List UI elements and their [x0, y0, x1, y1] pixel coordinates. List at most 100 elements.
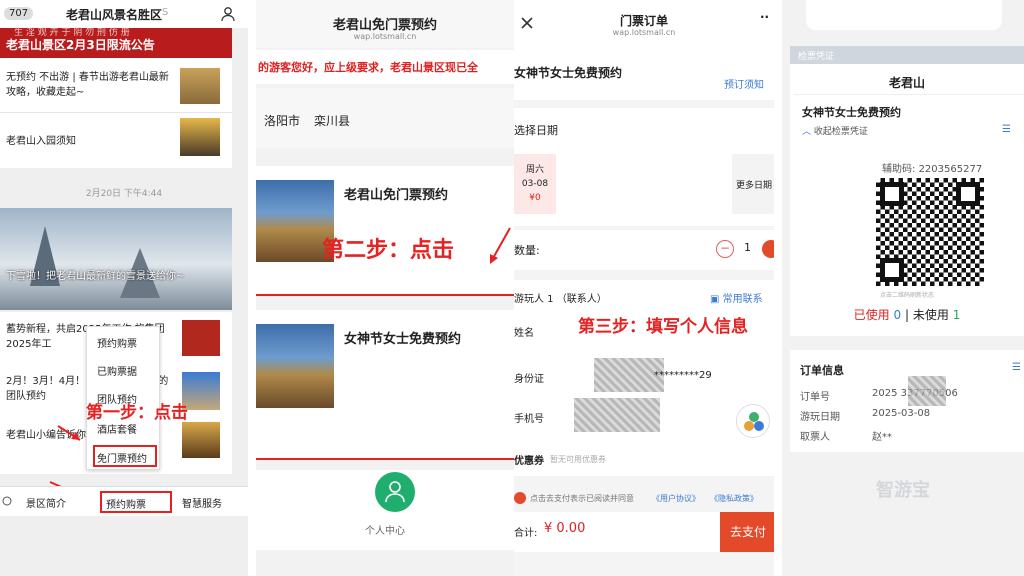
field-label-phone: 手机号 [514, 414, 544, 425]
user-center-label[interactable]: 个人中心 [256, 522, 514, 537]
section-label: 检票凭证 [798, 52, 835, 62]
menu-item-hotel[interactable]: 酒店套餐 [97, 421, 137, 436]
product-title: 女神节女士免费预约 [344, 332, 462, 347]
notice-link[interactable]: 预订须知 [724, 76, 764, 91]
quantity-section: 数量: − 1 [514, 230, 774, 270]
more-dates-button[interactable]: 更多日期 [732, 154, 774, 214]
date-card[interactable]: 周六 03-08 ¥0 [514, 154, 556, 214]
unused-count: 1 [952, 308, 961, 322]
contacts-link-label: 常用联系 [722, 294, 763, 305]
header-bar: 老君山免门票预约 wap.lotsmall.cn [256, 0, 514, 48]
header-bar: 707 老君山风景名胜区 S [0, 0, 248, 28]
pay-button[interactable]: 去支付 [720, 512, 774, 552]
contacts-picker-icon[interactable] [736, 404, 770, 438]
field-label-id: 身份证 [514, 374, 544, 385]
privacy-policy-link[interactable]: 《隐私政策》 [710, 493, 758, 504]
divider [0, 112, 232, 113]
article-item[interactable]: 老君山入园须知 [6, 132, 171, 147]
product-card[interactable]: 女神节女士免费预约 [256, 310, 514, 460]
id-input[interactable]: *********29 [654, 370, 712, 381]
menu-item-purchased[interactable]: 已购票据 [97, 363, 137, 378]
announcement-bar: 的游客您好，应上级要求，老君山景区现已全 [256, 50, 514, 84]
agreement-checkbox[interactable] [514, 492, 526, 504]
step-one-label: 第一步：点击 [86, 403, 188, 423]
menu-item-free-ticket[interactable]: 免门票预约 [93, 445, 157, 467]
panel-ticket-voucher: 检票凭证 老君山 女神节女士免费预约 ︿ 收起检票凭证 ☰ 辅助码: 22035… [782, 0, 1024, 576]
location-bar[interactable]: 洛阳市 栾川县 [256, 88, 514, 148]
menu-item-buy-ticket[interactable]: 预约购票 [97, 335, 137, 350]
user-icon[interactable] [220, 6, 236, 22]
coupon-value[interactable]: 暂无可用优惠券 [550, 454, 606, 465]
bottom-nav: 个人中心 [256, 470, 514, 550]
quantity-value[interactable]: 1 [744, 241, 751, 254]
tab-intro[interactable]: 景区简介 [26, 495, 66, 510]
plus-button[interactable] [762, 240, 774, 258]
qr-finder [956, 182, 980, 206]
collapse-toggle[interactable]: ︿ 收起检票凭证 [802, 124, 868, 137]
date-section-label: 选择日期 [514, 124, 558, 137]
page-title: 门票订单 [619, 14, 668, 28]
field-label-coupon: 优惠券 [514, 456, 544, 467]
list-icon[interactable]: ☰ [1012, 362, 1021, 373]
user-center-icon[interactable] [375, 472, 415, 512]
more-dates-label: 更多日期 [736, 181, 773, 191]
aux-code-label: 辅助码: [882, 164, 916, 175]
ticket-holder: 赵** [872, 432, 892, 443]
unused-label: 未使用 [912, 308, 949, 322]
collapse-label: 收起检票凭证 [813, 127, 868, 137]
feature-image[interactable]: 下雪啦！把老君山最新鲜的雪景送给你~ [0, 208, 232, 310]
list-icon[interactable]: ☰ [1002, 124, 1011, 135]
arrow-icon [57, 425, 81, 441]
arrow-icon [490, 227, 511, 264]
contacts-link[interactable]: ▣ 常用联系 [710, 290, 763, 305]
used-label: 已使用 [853, 308, 890, 322]
keyboard-icon[interactable] [2, 496, 12, 506]
used-count: 0 [893, 308, 902, 322]
date-weekday: 周六 [525, 165, 544, 175]
redaction-mosaic [908, 376, 946, 406]
visitor-label: 游玩人 1 （联系人） [514, 294, 607, 305]
phone-input[interactable] [574, 405, 660, 423]
total-value: ¥ 0.00 [544, 521, 586, 536]
minus-button[interactable]: − [716, 240, 734, 258]
visitor-form: 游玩人 1 （联系人） ▣ 常用联系 姓名 身份证 *********29 手机… [514, 280, 774, 476]
quantity-label: 数量: [514, 244, 540, 257]
announcement-text: 的游客您好，应上级要求，老君山景区现已全 [258, 61, 478, 74]
aux-code: 辅助码: 2203565277 [882, 160, 982, 175]
article-item[interactable]: 无预约 不出游 | 春节出游老君山最新攻略，收藏走起~ [6, 70, 171, 100]
highlight-underline [256, 458, 514, 460]
brand-watermark: 智游宝 [876, 480, 930, 501]
step-three-label: 第三步：填写个人信息 [578, 317, 748, 337]
voucher-card: 老君山 女神节女士免费预约 ︿ 收起检票凭证 ☰ 辅助码: 2203565277… [790, 64, 1024, 336]
user-agreement-link[interactable]: 《用户协议》 [652, 493, 700, 504]
chevron-up-icon: ︿ [802, 127, 814, 137]
page-url: wap.lotsmall.cn [353, 32, 417, 41]
product-card[interactable]: 老君山免门票预约 [256, 166, 514, 296]
qr-code[interactable] [876, 178, 984, 286]
checkout-bar: 合计: ¥ 0.00 去支付 [514, 512, 774, 552]
usage-status: 已使用 0 | 未使用 1 [853, 308, 961, 322]
order-info-title: 订单信息 [800, 364, 844, 377]
article-thumbnail [180, 118, 220, 156]
location-city: 洛阳市 [264, 114, 301, 128]
agreement-row: 点击去支付表示已阅读并同意 《用户协议》 《隐私政策》 [514, 488, 774, 510]
bottom-tab-bar: 景区简介 预约购票 智慧服务 [0, 486, 248, 516]
date-value: 03-08 [521, 179, 549, 189]
product-title: 老君山免门票预约 [344, 188, 449, 203]
location-county: 栾川县 [314, 114, 351, 128]
header-bar: 门票订单 wap.lotsmall.cn ·· [514, 0, 774, 54]
tab-smart-service[interactable]: 智慧服务 [182, 495, 222, 510]
article-thumbnail [180, 68, 220, 104]
more-icon[interactable]: ·· [760, 10, 769, 24]
venue-name: 老君山 [888, 76, 925, 90]
tab-booking[interactable]: 预约购票 [100, 491, 172, 513]
divider [794, 94, 1024, 95]
total-label: 合计: [514, 528, 538, 539]
qr-finder [880, 182, 904, 206]
timestamp: 2月20日 下午4:44 [85, 189, 163, 199]
notice-banner[interactable]: 生 淫 观 卉 于 阴 勿 刑 仿 册 老君山景区2月3日限流公告 [0, 28, 232, 58]
page-url: wap.lotsmall.cn [612, 28, 676, 37]
panel-free-booking: 老君山免门票预约 wap.lotsmall.cn 的游客您好，应上级要求，老君山… [256, 0, 514, 576]
agreement-text: 点击去支付表示已阅读并同意 [530, 494, 634, 503]
title-suffix: S [162, 7, 169, 18]
